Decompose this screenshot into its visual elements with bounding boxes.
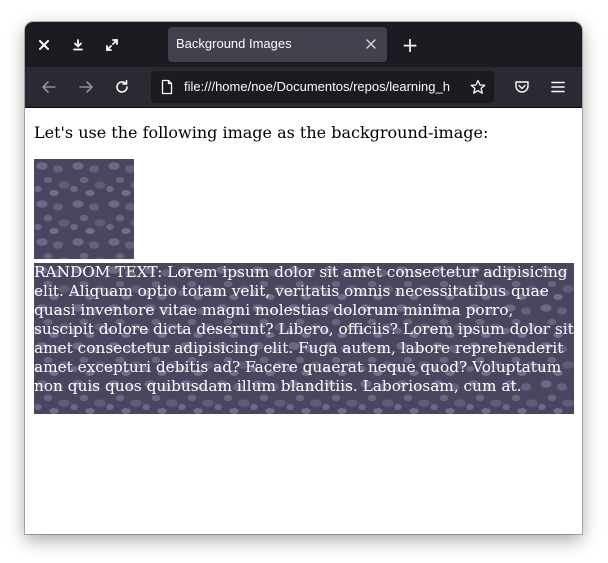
plus-icon: + xyxy=(401,33,419,57)
new-tab-button[interactable]: + xyxy=(399,33,421,57)
tab-title: Background Images xyxy=(176,36,292,51)
page-content: Let's use the following image as the bac… xyxy=(25,108,582,534)
url-text[interactable]: file:///home/noe/Documentos/repos/learni… xyxy=(184,79,462,94)
forward-icon[interactable] xyxy=(74,75,98,99)
background-image-paragraph: RANDOM TEXT: Lorem ipsum dolor sit amet … xyxy=(34,263,574,414)
stone-texture-image xyxy=(34,159,134,259)
page-icon xyxy=(159,79,175,95)
bookmark-star-icon[interactable] xyxy=(468,77,488,97)
download-icon[interactable] xyxy=(67,34,89,56)
navigation-toolbar: file:///home/noe/Documentos/repos/learni… xyxy=(25,67,582,108)
browser-window: Background Images + file:///home/noe/Doc… xyxy=(25,22,582,534)
back-icon[interactable] xyxy=(37,75,61,99)
tab-bar: Background Images + xyxy=(25,22,582,67)
pocket-icon[interactable] xyxy=(510,75,534,99)
tab-close-icon[interactable] xyxy=(361,34,381,54)
tab-background-images[interactable]: Background Images xyxy=(168,27,387,62)
menu-icon[interactable] xyxy=(546,75,570,99)
url-bar[interactable]: file:///home/noe/Documentos/repos/learni… xyxy=(151,71,494,103)
reload-icon[interactable] xyxy=(110,75,134,99)
intro-text: Let's use the following image as the bac… xyxy=(34,123,489,142)
close-icon[interactable] xyxy=(33,34,55,56)
maximize-icon[interactable] xyxy=(101,34,123,56)
